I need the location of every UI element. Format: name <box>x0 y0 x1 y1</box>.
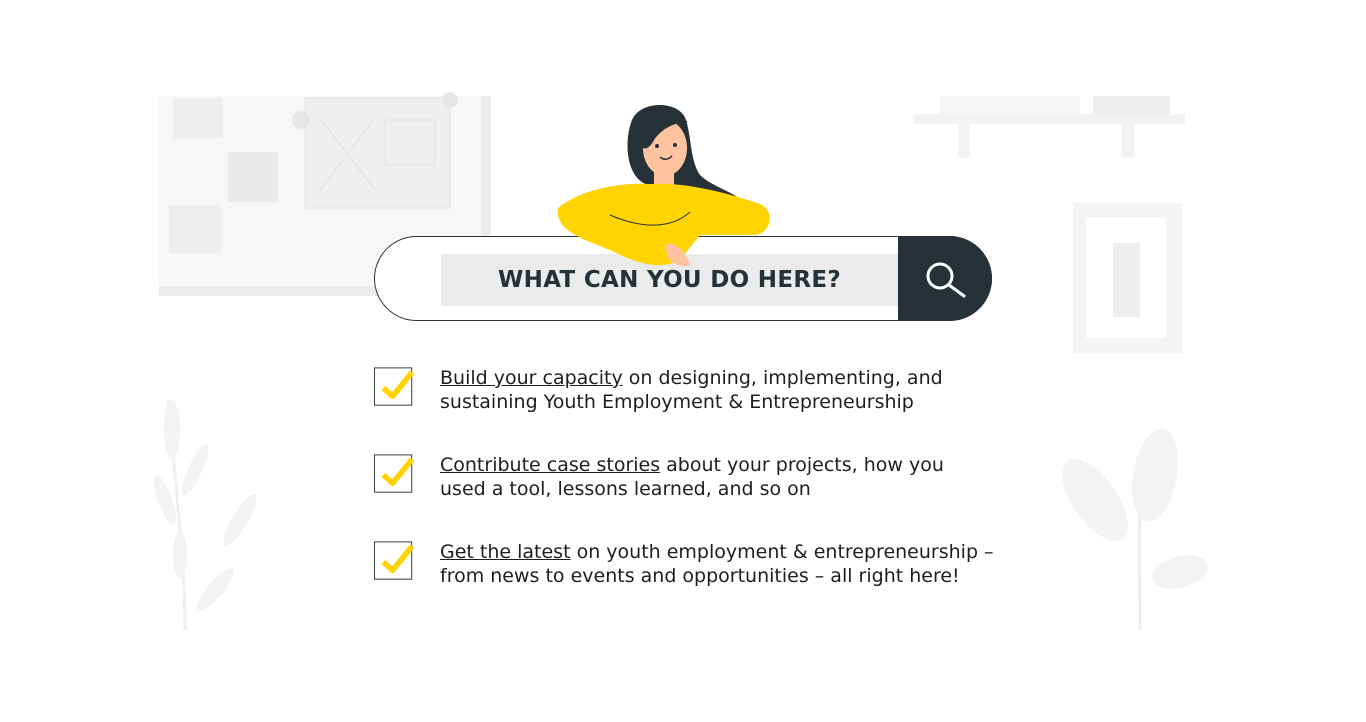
build-capacity-link[interactable]: Build your capacity <box>440 367 623 389</box>
shelf-illustration <box>914 96 1185 158</box>
feature-text: Contribute case stories about your proje… <box>440 453 1040 501</box>
feature-text-line1: about your projects, how you <box>660 454 944 476</box>
feature-text-line1: on designing, implementing, and <box>622 367 943 389</box>
checkmark-icon <box>374 367 415 406</box>
feature-item-latest: Get the latest on youth employment & ent… <box>374 540 1044 600</box>
search-button[interactable] <box>898 236 992 321</box>
contribute-case-stories-link[interactable]: Contribute case stories <box>440 454 660 476</box>
checkmark-icon <box>374 541 415 580</box>
feature-text-line2: from news to events and opportunities – … <box>440 565 960 587</box>
feature-text-line1: on youth employment & entrepreneurship – <box>570 541 994 563</box>
woman-illustration <box>557 105 770 267</box>
feature-text: Get the latest on youth employment & ent… <box>440 540 1040 588</box>
frame-illustration <box>1073 203 1182 353</box>
feature-item-capacity: Build your capacity on designing, implem… <box>374 366 1044 426</box>
feature-text-line2: sustaining Youth Employment & Entreprene… <box>440 391 914 413</box>
plant-left-illustration <box>153 399 257 631</box>
feature-text-line2: used a tool, lessons learned, and so on <box>440 478 811 500</box>
feature-text: Build your capacity on designing, implem… <box>440 366 1040 414</box>
search-icon <box>926 262 966 297</box>
get-the-latest-link[interactable]: Get the latest <box>440 541 571 563</box>
checkmark-icon <box>374 454 415 493</box>
feature-item-case-stories: Contribute case stories about your proje… <box>374 453 1044 513</box>
plant-right-illustration <box>1062 428 1208 631</box>
